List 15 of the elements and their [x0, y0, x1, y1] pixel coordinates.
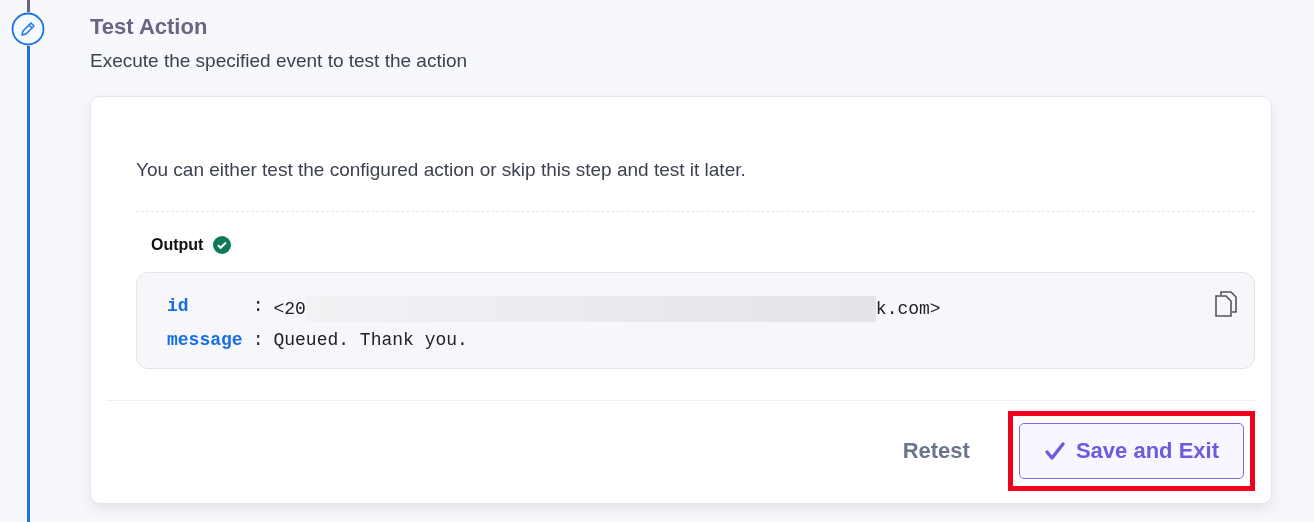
retest-button[interactable]: Retest	[902, 430, 970, 472]
instruction-text: You can either test the configured action or skip this step and test it later.	[136, 159, 747, 181]
copy-icon[interactable]	[1214, 290, 1238, 318]
output-label: Output	[151, 236, 204, 254]
field-value: k.com>	[875, 299, 941, 319]
save-exit-button[interactable]: Save and Exit	[1018, 423, 1244, 479]
field-key: id	[167, 296, 243, 322]
field-value: <20	[273, 299, 306, 319]
field-value: Queued. Thank you.	[273, 330, 468, 350]
step-description: Execute the specified event to test the action	[90, 50, 469, 72]
step-title: Test Action	[90, 14, 209, 40]
separator: :	[252, 296, 264, 318]
field-key: message	[167, 330, 243, 350]
check-icon	[1043, 441, 1066, 461]
separator: :	[252, 330, 264, 350]
